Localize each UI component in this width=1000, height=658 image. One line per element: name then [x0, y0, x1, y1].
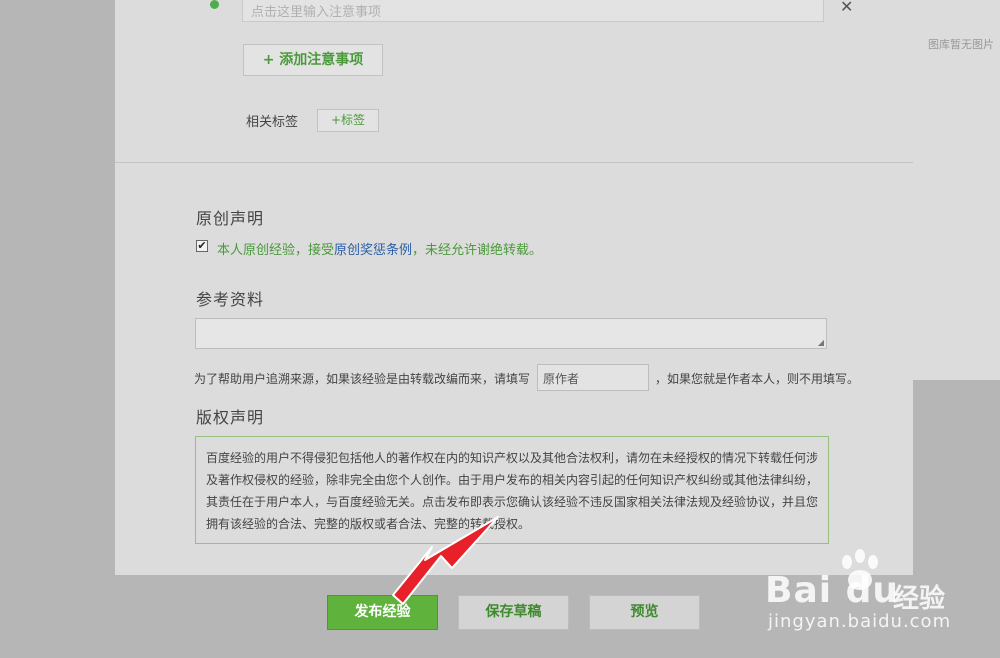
resize-grip-icon[interactable]: ◢: [818, 339, 824, 347]
copyright-title: 版权声明: [196, 408, 265, 427]
image-library-panel: 图库暂无图片: [913, 0, 1000, 380]
original-statement-title: 原创声明: [196, 209, 265, 228]
add-note-button[interactable]: + 添加注意事项: [243, 44, 383, 76]
note-input[interactable]: 点击这里输入注意事项: [242, 0, 824, 22]
original-text-before: 本人原创经验，接受: [217, 243, 335, 258]
original-rules-link[interactable]: 原创奖惩条例: [334, 243, 412, 258]
copyright-text-box: 百度经验的用户不得侵犯包括他人的著作权在内的知识产权以及其他合法权利，请勿在未经…: [195, 436, 829, 544]
editor-panel: 点击这里输入注意事项 ✕ + 添加注意事项 相关标签 +标签 原创声明 ✔ 本人…: [115, 0, 913, 575]
reference-title: 参考资料: [196, 290, 265, 309]
image-library-empty-text: 图库暂无图片: [928, 38, 994, 51]
save-draft-button[interactable]: 保存草稿: [458, 595, 569, 630]
add-tag-button[interactable]: +标签: [317, 109, 379, 132]
section-divider: [115, 162, 913, 163]
paw-icon: [842, 549, 878, 590]
original-statement-text: 本人原创经验，接受原创奖惩条例，未经允许谢绝转载。: [217, 239, 542, 258]
watermark-url: jingyan.baidu.com: [768, 611, 952, 632]
tags-label: 相关标签: [246, 115, 299, 130]
reference-textarea[interactable]: ◢: [195, 318, 827, 349]
baidu-watermark: Bai du 经验 jingyan.baidu.com: [765, 548, 995, 653]
publish-button[interactable]: 发布经验: [327, 595, 438, 630]
preview-button[interactable]: 预览: [589, 595, 700, 630]
original-author-input[interactable]: 原作者: [537, 364, 649, 391]
reference-hint: 为了帮助用户追溯来源，如果该经验是由转载改编而来，请填写: [194, 372, 531, 386]
step-bullet-icon: [210, 0, 219, 9]
close-icon[interactable]: ✕: [840, 0, 853, 16]
reference-hint-suffix: ，如果您就是作者本人，则不用填写。: [655, 372, 860, 386]
original-text-after: ，未经允许谢绝转载。: [412, 243, 543, 258]
watermark-chinese-text: 经验: [893, 584, 946, 614]
original-checkbox[interactable]: ✔: [196, 240, 208, 252]
